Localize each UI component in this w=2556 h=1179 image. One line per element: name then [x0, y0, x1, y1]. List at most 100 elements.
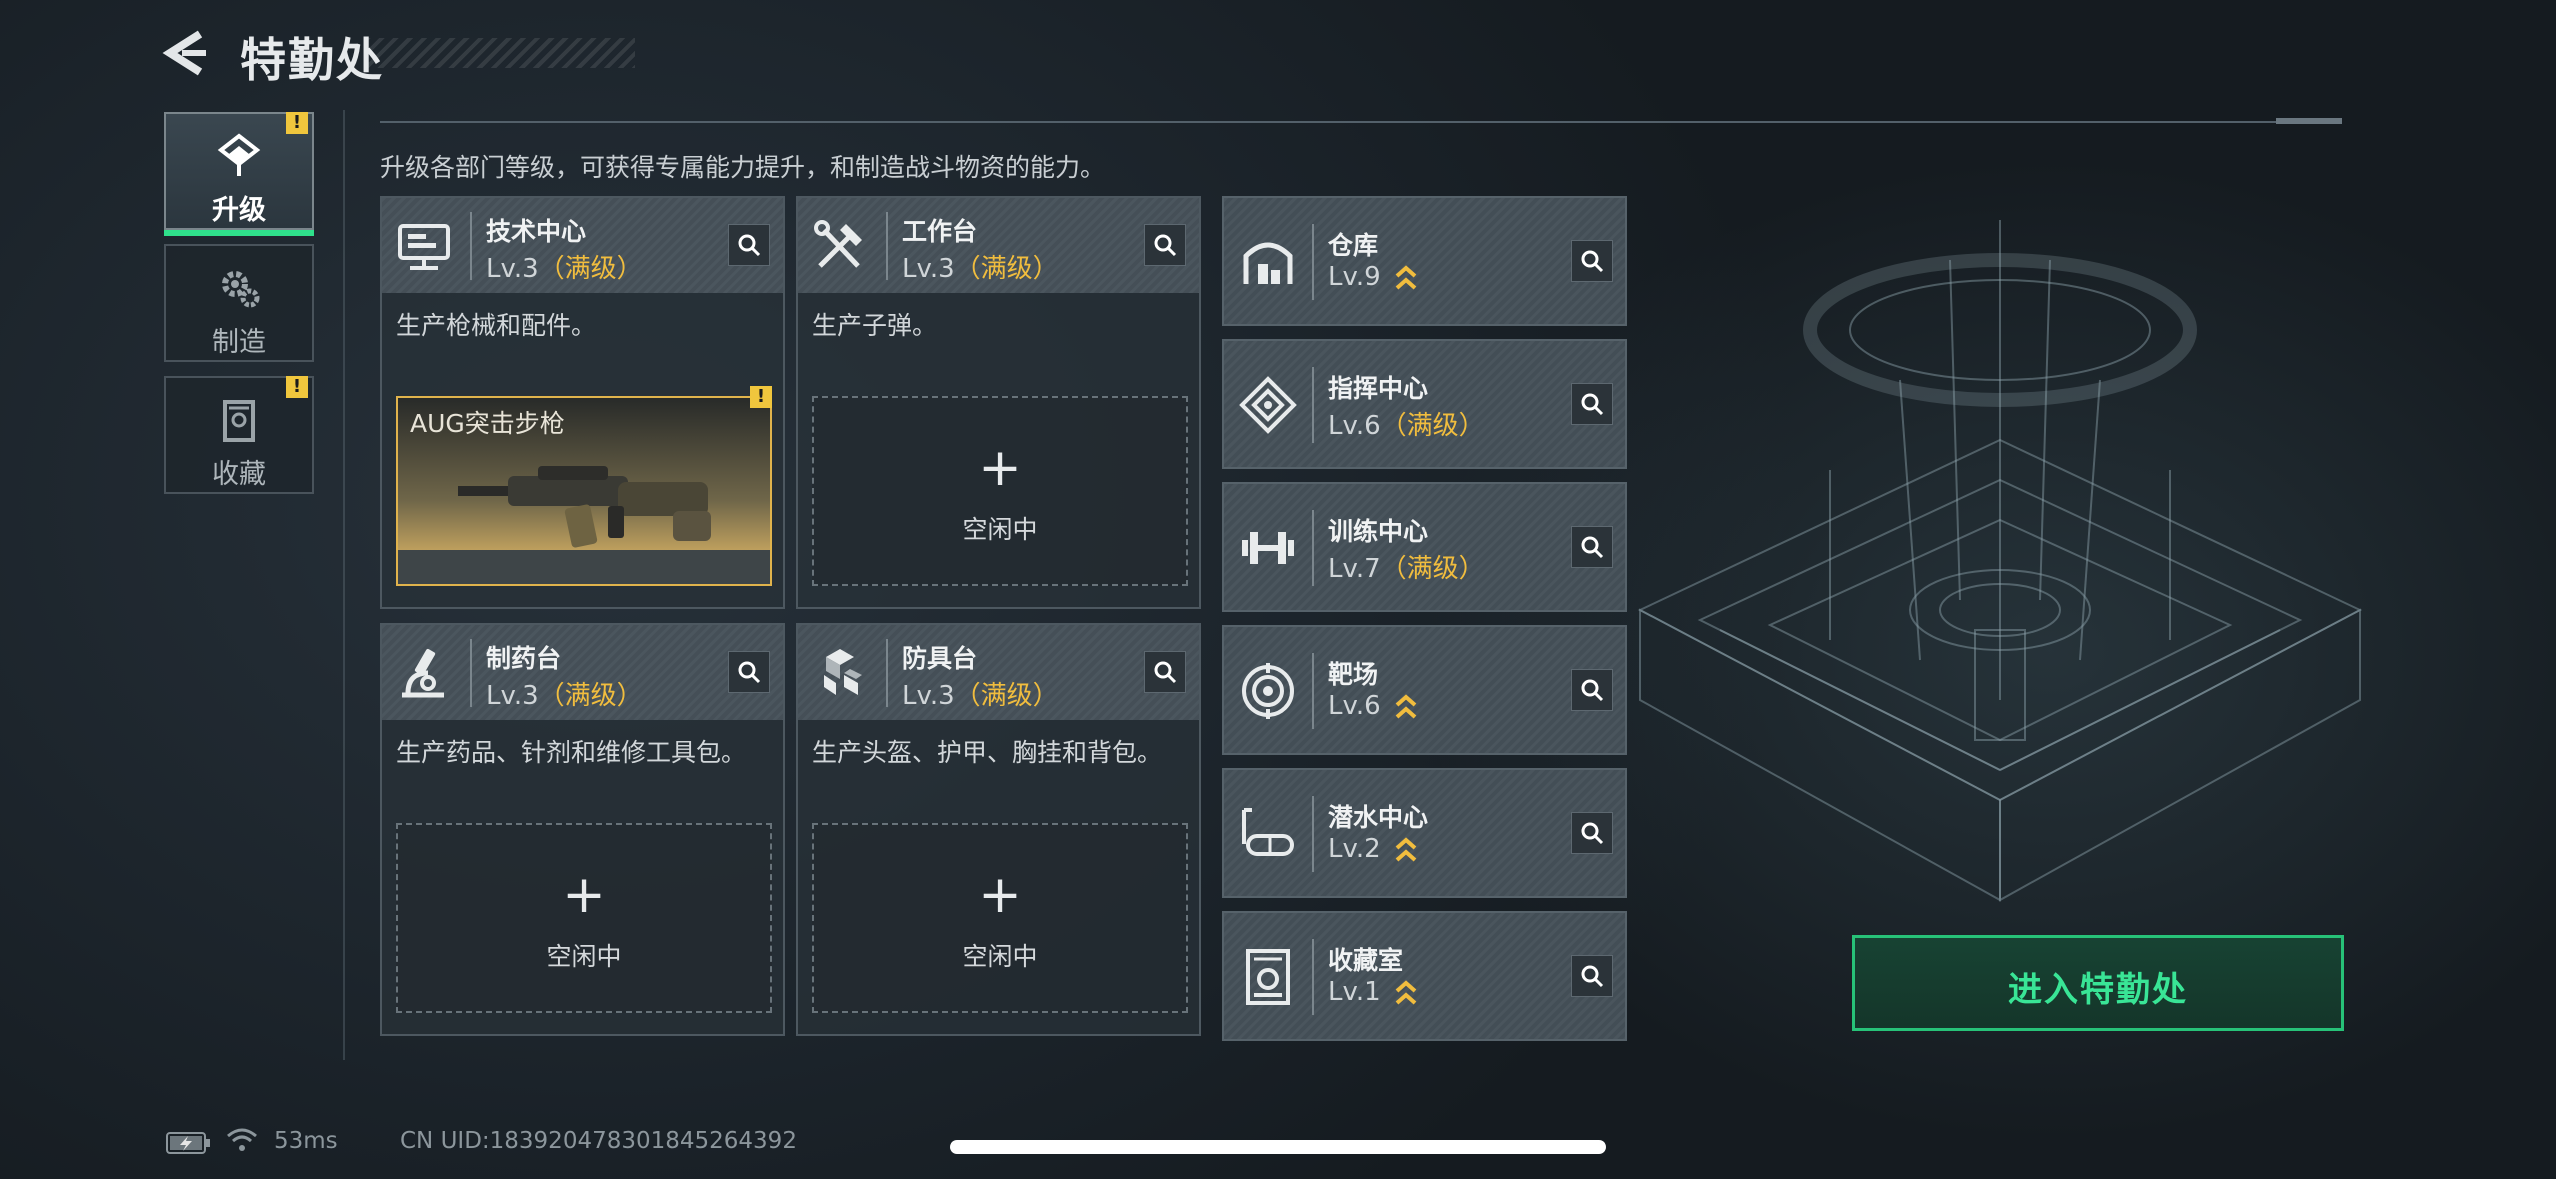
- upgrade-available-icon: [1395, 979, 1417, 1004]
- battery-icon: [166, 1132, 210, 1154]
- facility-level: Lv.3（满级）: [902, 681, 1059, 711]
- alert-badge: !: [286, 112, 308, 134]
- separator: [470, 639, 472, 707]
- inspect-button[interactable]: [1144, 224, 1186, 266]
- idle-label: 空闲中: [962, 942, 1038, 971]
- search-icon: [738, 234, 761, 257]
- separator: [470, 212, 472, 280]
- upgrade-available-icon: [1395, 836, 1417, 861]
- diving-mask-icon: [1242, 808, 1294, 856]
- facility-name: 技术中心: [486, 217, 587, 246]
- dumbbell-icon: [1242, 532, 1294, 564]
- tools-icon: [814, 220, 862, 268]
- nav-tab-collection[interactable]: 收藏 !: [164, 376, 314, 494]
- facility-row-warehouse[interactable]: 仓库 Lv.9: [1222, 196, 1627, 326]
- card-header: 技术中心 Lv.3（满级）: [382, 198, 783, 293]
- facility-card-armor-bench: 防具台 Lv.3（满级） 生产头盔、护甲、胸挂和背包。 + 空闲中: [796, 623, 1201, 1036]
- separator: [886, 212, 888, 280]
- separator: [1312, 510, 1314, 586]
- collection-icon: [223, 400, 255, 442]
- facility-level: Lv.1: [1328, 977, 1417, 1007]
- facility-level: Lv.3（满级）: [486, 681, 643, 711]
- idle-slot[interactable]: + 空闲中: [812, 823, 1188, 1013]
- warehouse-icon: [1243, 242, 1293, 284]
- facility-name: 收藏室: [1328, 946, 1404, 975]
- facility-description: 生产子弹。: [812, 311, 938, 340]
- inspect-button[interactable]: [728, 651, 770, 693]
- facility-level: Lv.2: [1328, 834, 1417, 864]
- facility-row-collection-room[interactable]: 收藏室 Lv.1: [1222, 911, 1627, 1041]
- alert-badge: !: [750, 386, 772, 408]
- collection-room-icon: [1246, 949, 1290, 1005]
- separator: [1312, 939, 1314, 1015]
- idle-slot[interactable]: + 空闲中: [812, 396, 1188, 586]
- separator: [886, 639, 888, 707]
- item-progress-bar: [398, 550, 770, 584]
- separator: [1312, 796, 1314, 872]
- facility-name: 制药台: [486, 644, 562, 673]
- rifle-image: [458, 466, 711, 548]
- facility-row-shooting-range[interactable]: 靶场 Lv.6: [1222, 625, 1627, 755]
- inspect-button[interactable]: [728, 224, 770, 266]
- divider-cap: [2276, 118, 2342, 124]
- facility-name: 仓库: [1328, 231, 1379, 260]
- facility-name: 潜水中心: [1328, 803, 1429, 832]
- facility-name: 指挥中心: [1328, 374, 1429, 403]
- card-header: 防具台 Lv.3（满级）: [798, 625, 1199, 720]
- nav-label: 升级: [212, 195, 266, 226]
- facility-row-diving-center[interactable]: 潜水中心 Lv.2: [1222, 768, 1627, 898]
- facility-name: 防具台: [902, 644, 978, 673]
- facility-card-pharmacy: 制药台 Lv.3（满级） 生产药品、针剂和维修工具包。 + 空闲中: [380, 623, 785, 1036]
- target-icon: [1242, 663, 1294, 719]
- facility-row-command-center[interactable]: 指挥中心 Lv.6（满级）: [1222, 339, 1627, 469]
- separator: [1312, 367, 1314, 443]
- facility-level: Lv.6: [1328, 691, 1417, 721]
- ping-text: 53ms: [274, 1128, 338, 1154]
- headquarters-blueprint-image: [1637, 220, 2363, 902]
- crafting-item-slot[interactable]: AUG突击步枪: [396, 396, 772, 586]
- plus-icon: +: [562, 865, 606, 925]
- search-icon: [738, 661, 761, 684]
- idle-label: 空闲中: [546, 942, 622, 971]
- computer-icon: [398, 224, 450, 270]
- facility-name: 靶场: [1328, 660, 1379, 689]
- nav-label: 制造: [212, 327, 266, 358]
- inspect-button[interactable]: [1144, 651, 1186, 693]
- search-icon: [1154, 234, 1177, 257]
- enter-hq-label: 进入特勤处: [2008, 970, 2188, 1010]
- card-header: 制药台 Lv.3（满级）: [382, 625, 783, 720]
- facility-name: 训练中心: [1328, 517, 1429, 546]
- facility-level: Lv.3（满级）: [902, 254, 1059, 284]
- facility-row-training-center[interactable]: 训练中心 Lv.7（满级）: [1222, 482, 1627, 612]
- facility-level: Lv.3（满级）: [486, 254, 643, 284]
- facility-description: 生产药品、针剂和维修工具包。: [396, 738, 747, 767]
- upgrade-available-icon: [1395, 693, 1417, 718]
- card-header: 工作台 Lv.3（满级）: [798, 198, 1199, 293]
- facility-level: Lv.6（满级）: [1328, 411, 1485, 441]
- enter-hq-button[interactable]: 进入特勤处: [1852, 935, 2344, 1031]
- facility-description: 生产枪械和配件。: [396, 311, 597, 340]
- facility-level: Lv.9: [1328, 262, 1417, 292]
- home-indicator[interactable]: [950, 1140, 1606, 1154]
- back-arrow-icon[interactable]: [160, 28, 212, 78]
- idle-label: 空闲中: [962, 515, 1038, 544]
- idle-slot[interactable]: + 空闲中: [396, 823, 772, 1013]
- title-decoration: [365, 38, 635, 68]
- facility-card-tech-center: 技术中心 Lv.3（满级） 生产枪械和配件。 AUG突击步枪 !: [380, 196, 785, 609]
- nav-tab-craft[interactable]: 制造: [164, 244, 314, 362]
- microscope-icon: [402, 648, 444, 698]
- page-description: 升级各部门等级，可获得专属能力提升，和制造战斗物资的能力。: [380, 153, 1106, 182]
- plus-icon: +: [978, 865, 1022, 925]
- divider-line: [343, 110, 345, 1060]
- page-title: 特勤处: [240, 33, 384, 87]
- upgrade-available-icon: [1395, 264, 1417, 289]
- nav-label: 收藏: [212, 459, 266, 490]
- facility-level: Lv.7（满级）: [1328, 554, 1485, 584]
- facility-name: 工作台: [902, 217, 978, 246]
- uid-text: CN UID:18392047830184526​4392: [400, 1128, 797, 1154]
- gears-icon: [222, 271, 260, 308]
- separator: [1312, 224, 1314, 300]
- wifi-icon: [227, 1128, 257, 1151]
- nav-tab-upgrade[interactable]: 升级 !: [164, 112, 314, 236]
- armor-cubes-icon: [824, 649, 862, 695]
